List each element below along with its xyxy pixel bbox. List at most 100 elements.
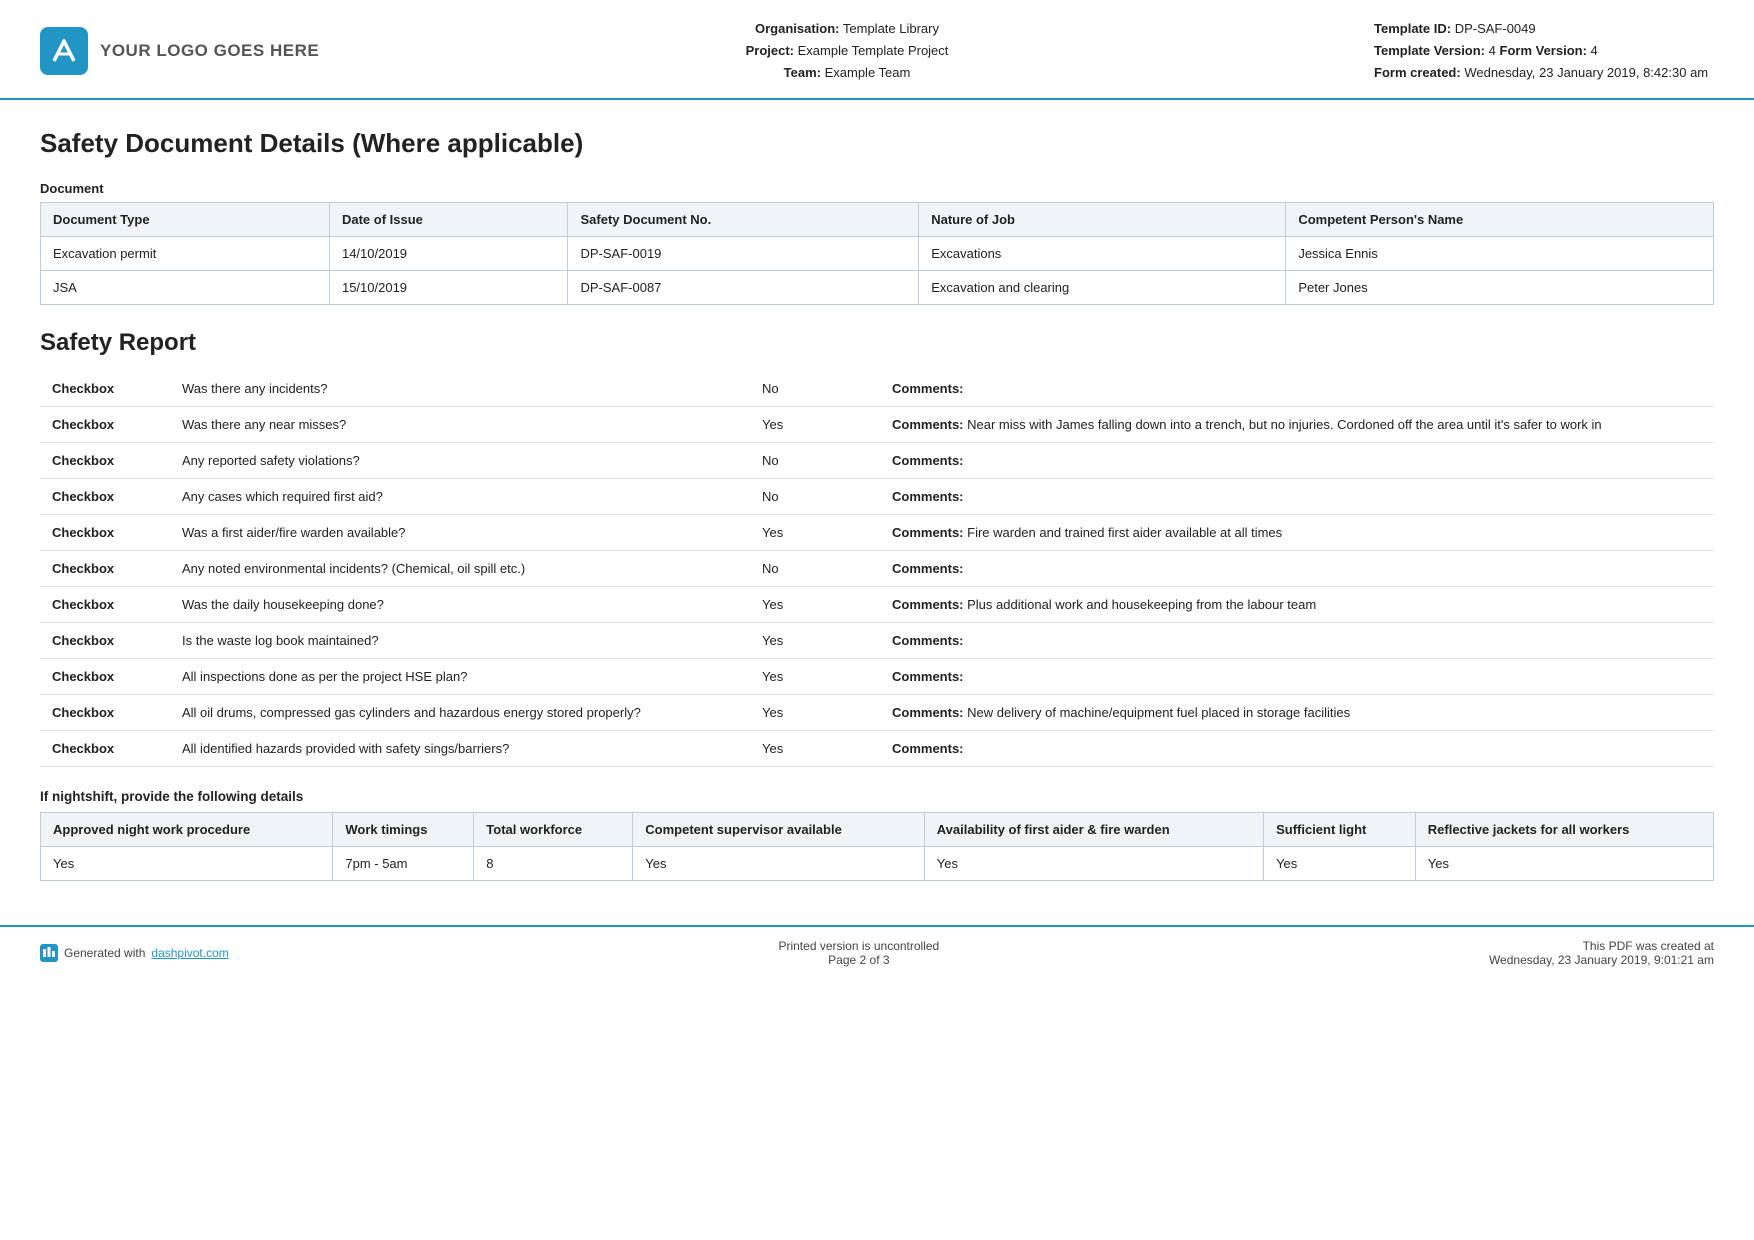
doc-col-date: Date of Issue	[329, 203, 568, 237]
team-label: Team:	[784, 65, 821, 80]
safety-checkbox-7: Checkbox	[40, 623, 170, 659]
nightshift-cell-0-4: Yes	[924, 847, 1263, 881]
footer-right: This PDF was created at Wednesday, 23 Ja…	[1489, 939, 1714, 967]
safety-report-row: CheckboxWas a first aider/fire warden av…	[40, 515, 1714, 551]
nightshift-cell-0-0: Yes	[41, 847, 333, 881]
document-table-row: Excavation permit14/10/2019DP-SAF-0019Ex…	[41, 237, 1714, 271]
form-created-label: Form created:	[1374, 65, 1461, 80]
safety-report-row: CheckboxAny cases which required first a…	[40, 479, 1714, 515]
nightshift-cell-0-3: Yes	[633, 847, 924, 881]
safety-question-2: Any reported safety violations?	[170, 443, 750, 479]
org-label: Organisation:	[755, 21, 840, 36]
nightshift-col-3: Competent supervisor available	[633, 813, 924, 847]
safety-answer-10: Yes	[750, 731, 880, 767]
safety-question-3: Any cases which required first aid?	[170, 479, 750, 515]
safety-question-5: Any noted environmental incidents? (Chem…	[170, 551, 750, 587]
doc-col-no: Safety Document No.	[568, 203, 919, 237]
safety-answer-4: Yes	[750, 515, 880, 551]
nightshift-header-row: Approved night work procedureWork timing…	[41, 813, 1714, 847]
safety-question-7: Is the waste log book maintained?	[170, 623, 750, 659]
doc-col-type: Document Type	[41, 203, 330, 237]
doc-cell-1-1: 15/10/2019	[329, 271, 568, 305]
form-version-value: 4	[1591, 43, 1598, 58]
nightshift-col-0: Approved night work procedure	[41, 813, 333, 847]
safety-report-row: CheckboxIs the waste log book maintained…	[40, 623, 1714, 659]
team-value: Example Team	[825, 65, 911, 80]
safety-question-4: Was a first aider/fire warden available?	[170, 515, 750, 551]
logo-text: YOUR LOGO GOES HERE	[100, 41, 319, 61]
safety-answer-1: Yes	[750, 407, 880, 443]
page-footer: Generated with dashpivot.com Printed ver…	[0, 925, 1754, 979]
footer-center-line2: Page 2 of 3	[778, 953, 939, 967]
nightshift-label: If nightshift, provide the following det…	[40, 789, 1714, 804]
page-header: YOUR LOGO GOES HERE Organisation: Templa…	[0, 0, 1754, 100]
nightshift-col-4: Availability of first aider & fire warde…	[924, 813, 1263, 847]
safety-report-title: Safety Report	[40, 329, 1714, 357]
safety-report-row: CheckboxAll oil drums, compressed gas cy…	[40, 695, 1714, 731]
safety-checkbox-3: Checkbox	[40, 479, 170, 515]
nightshift-col-5: Sufficient light	[1264, 813, 1416, 847]
safety-answer-8: Yes	[750, 659, 880, 695]
footer-center: Printed version is uncontrolled Page 2 o…	[778, 939, 939, 967]
nightshift-cell-0-1: 7pm - 5am	[333, 847, 474, 881]
doc-cell-1-2: DP-SAF-0087	[568, 271, 919, 305]
logo-icon	[40, 27, 88, 75]
nightshift-cell-0-2: 8	[474, 847, 633, 881]
safety-checkbox-4: Checkbox	[40, 515, 170, 551]
safety-comments-9: Comments: New delivery of machine/equipm…	[880, 695, 1714, 731]
safety-question-6: Was the daily housekeeping done?	[170, 587, 750, 623]
document-table: Document Type Date of Issue Safety Docum…	[40, 202, 1714, 305]
document-table-header-row: Document Type Date of Issue Safety Docum…	[41, 203, 1714, 237]
safety-comments-1: Comments: Near miss with James falling d…	[880, 407, 1714, 443]
nightshift-row: Yes7pm - 5am8YesYesYesYes	[41, 847, 1714, 881]
page-title: Safety Document Details (Where applicabl…	[40, 128, 1714, 159]
safety-report-row: CheckboxAny reported safety violations?N…	[40, 443, 1714, 479]
safety-comments-8: Comments:	[880, 659, 1714, 695]
nightshift-col-1: Work timings	[333, 813, 474, 847]
footer-right-line2: Wednesday, 23 January 2019, 9:01:21 am	[1489, 953, 1714, 967]
safety-comments-5: Comments:	[880, 551, 1714, 587]
main-content: Safety Document Details (Where applicabl…	[0, 100, 1754, 925]
footer-right-line1: This PDF was created at	[1489, 939, 1714, 953]
header-right: Template ID: DP-SAF-0049 Template Versio…	[1374, 18, 1714, 84]
footer-link[interactable]: dashpivot.com	[151, 946, 228, 960]
document-section-label: Document	[40, 181, 1714, 196]
template-id-value: DP-SAF-0049	[1455, 21, 1536, 36]
footer-left: Generated with dashpivot.com	[40, 944, 229, 962]
safety-comments-6: Comments: Plus additional work and house…	[880, 587, 1714, 623]
safety-checkbox-10: Checkbox	[40, 731, 170, 767]
doc-col-person: Competent Person's Name	[1286, 203, 1714, 237]
safety-question-1: Was there any near misses?	[170, 407, 750, 443]
safety-comments-10: Comments:	[880, 731, 1714, 767]
safety-answer-2: No	[750, 443, 880, 479]
template-version-label: Template Version:	[1374, 43, 1485, 58]
safety-report-table: CheckboxWas there any incidents?NoCommen…	[40, 371, 1714, 767]
nightshift-col-6: Reflective jackets for all workers	[1415, 813, 1713, 847]
org-value: Template Library	[843, 21, 939, 36]
form-version-label: Form Version:	[1500, 43, 1587, 58]
safety-checkbox-6: Checkbox	[40, 587, 170, 623]
document-section: Document Document Type Date of Issue Saf…	[40, 181, 1714, 305]
safety-answer-5: No	[750, 551, 880, 587]
nightshift-table: Approved night work procedureWork timing…	[40, 812, 1714, 881]
safety-report-row: CheckboxAny noted environmental incident…	[40, 551, 1714, 587]
footer-logo-icon	[40, 944, 58, 962]
safety-checkbox-9: Checkbox	[40, 695, 170, 731]
safety-question-9: All oil drums, compressed gas cylinders …	[170, 695, 750, 731]
doc-cell-0-3: Excavations	[919, 237, 1286, 271]
safety-answer-7: Yes	[750, 623, 880, 659]
safety-checkbox-5: Checkbox	[40, 551, 170, 587]
doc-col-nature: Nature of Job	[919, 203, 1286, 237]
safety-checkbox-2: Checkbox	[40, 443, 170, 479]
header-center: Organisation: Template Library Project: …	[320, 18, 1374, 84]
project-label: Project:	[746, 43, 794, 58]
safety-question-8: All inspections done as per the project …	[170, 659, 750, 695]
safety-report-row: CheckboxWas there any near misses?YesCom…	[40, 407, 1714, 443]
template-id-label: Template ID:	[1374, 21, 1451, 36]
safety-question-0: Was there any incidents?	[170, 371, 750, 407]
doc-cell-1-4: Peter Jones	[1286, 271, 1714, 305]
nightshift-col-2: Total workforce	[474, 813, 633, 847]
safety-comments-3: Comments:	[880, 479, 1714, 515]
safety-comments-2: Comments:	[880, 443, 1714, 479]
document-table-row: JSA15/10/2019DP-SAF-0087Excavation and c…	[41, 271, 1714, 305]
